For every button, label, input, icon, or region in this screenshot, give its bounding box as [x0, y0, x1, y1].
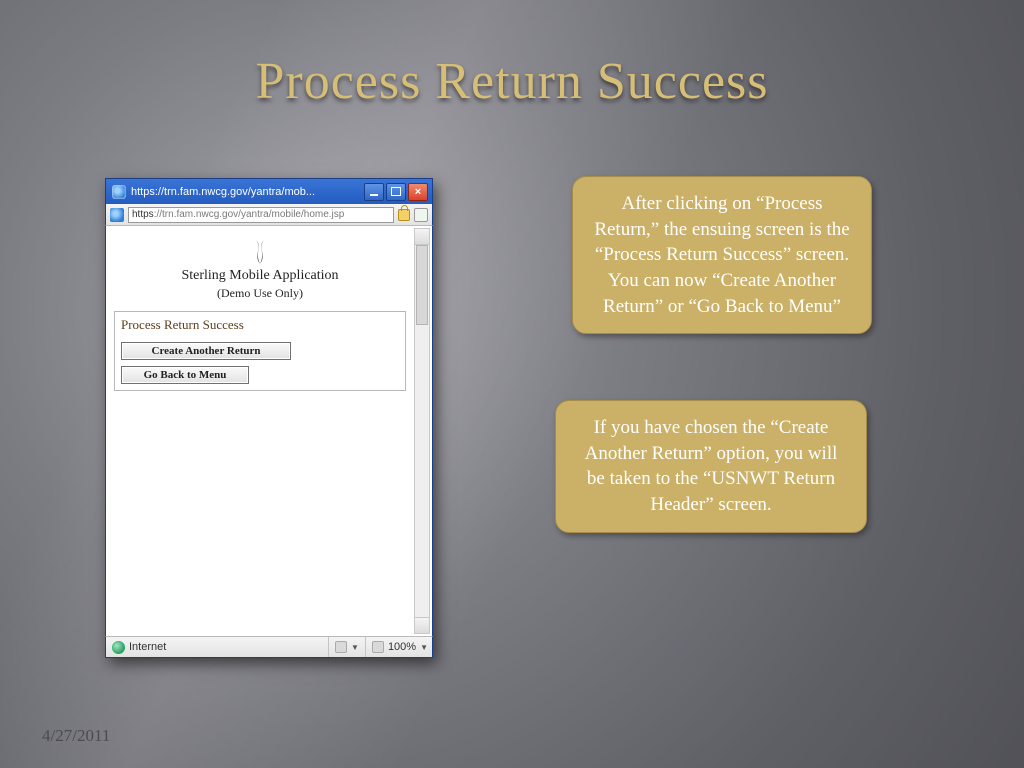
close-button[interactable]: ×	[408, 183, 428, 201]
lock-icon	[398, 209, 410, 221]
page-content: Sterling Mobile Application (Demo Use On…	[105, 226, 433, 636]
page-body: Sterling Mobile Application (Demo Use On…	[112, 238, 408, 391]
scrollbar[interactable]	[414, 228, 430, 634]
minimize-button[interactable]	[364, 183, 384, 201]
browser-window: https://trn.fam.nwcg.gov/yantra/mob... ×…	[105, 178, 433, 658]
slide-title: Process Return Success	[0, 52, 1024, 111]
status-protected-mode[interactable]: ▼	[328, 637, 359, 657]
maximize-button[interactable]	[386, 183, 406, 201]
callout-2: If you have chosen the “Create Another R…	[555, 400, 867, 533]
go-back-to-menu-button[interactable]: Go Back to Menu	[121, 366, 249, 384]
chevron-down-icon: ▼	[351, 643, 359, 652]
slide: Process Return Success https://trn.fam.n…	[0, 0, 1024, 768]
status-zone: Internet	[110, 637, 322, 657]
addr-options-button[interactable]	[414, 208, 428, 222]
app-name: Sterling Mobile Application	[112, 268, 408, 284]
page-favicon-icon	[110, 208, 124, 222]
ie-logo-icon	[112, 185, 126, 199]
scroll-down-button[interactable]	[415, 617, 429, 633]
slide-date: 4/27/2011	[42, 726, 110, 746]
callout-1: After clicking on “Process Return,” the …	[572, 176, 872, 334]
scroll-thumb[interactable]	[416, 245, 428, 325]
url-rest: ://trn.fam.nwcg.gov/yantra/mobile/home.j…	[154, 209, 345, 220]
create-another-return-button[interactable]: Create Another Return	[121, 342, 291, 360]
panel-title: Process Return Success	[115, 312, 405, 338]
app-subtitle: (Demo Use Only)	[112, 286, 408, 301]
result-panel: Process Return Success Create Another Re…	[114, 311, 406, 391]
address-input[interactable]: https://trn.fam.nwcg.gov/yantra/mobile/h…	[128, 207, 394, 223]
app-logo-icon	[251, 238, 269, 266]
chevron-down-icon: ▼	[420, 643, 428, 652]
status-zoom[interactable]: 100% ▼	[365, 637, 428, 657]
status-bar: Internet ▼ 100% ▼	[105, 636, 433, 658]
address-bar: https://trn.fam.nwcg.gov/yantra/mobile/h…	[105, 204, 433, 226]
zoom-value: 100%	[388, 641, 416, 653]
security-icon	[335, 641, 347, 653]
window-titlebar[interactable]: https://trn.fam.nwcg.gov/yantra/mob... ×	[105, 178, 433, 204]
zoom-icon	[372, 641, 384, 653]
window-title-text: https://trn.fam.nwcg.gov/yantra/mob...	[131, 186, 364, 198]
status-zone-label: Internet	[129, 641, 166, 653]
scroll-up-button[interactable]	[415, 229, 429, 245]
url-protocol: https	[132, 209, 154, 220]
globe-icon	[112, 641, 125, 654]
window-control-buttons: ×	[364, 183, 428, 201]
app-header: Sterling Mobile Application (Demo Use On…	[112, 238, 408, 301]
